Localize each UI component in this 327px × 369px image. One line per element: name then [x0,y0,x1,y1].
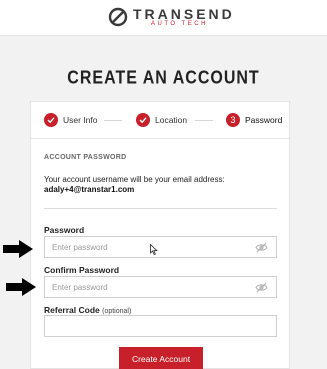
step-number: 3 [226,113,240,127]
password-field-box [44,236,277,258]
check-icon [136,113,150,127]
divider [44,208,277,209]
referral-code-label: Referral Code (optional) [44,305,131,315]
confirm-password-field-box [44,276,277,298]
step-connector [104,120,122,121]
brand-tagline: AUTO TECH [151,21,208,27]
page-title: CREATE AN ACCOUNT [67,68,260,89]
password-input[interactable] [45,237,245,257]
step-connector [195,120,213,121]
optional-hint: (optional) [102,308,132,315]
brand-logo[interactable]: TRANSEND AUTO TECH [108,5,232,31]
confirm-password-label: Confirm Password [44,265,120,275]
step-label: Password [245,115,283,125]
transend-logo-icon [108,7,128,27]
arrow-right-icon [6,278,36,296]
username-notice: Your account username will be your email… [44,175,225,184]
signup-card: User Info Location 3 Password ACCOUNT PA… [30,101,291,369]
site-header: TRANSEND AUTO TECH [0,0,327,36]
progress-steps: User Info Location 3 Password [31,102,291,139]
check-icon [44,113,58,127]
section-title: ACCOUNT PASSWORD [44,154,127,161]
referral-label-text: Referral Code [44,305,100,315]
brand-name: TRANSEND [133,6,235,22]
account-email: adaly+4@transtar1.com [44,185,135,194]
step-label: User Info [63,115,98,125]
hide-password-icon[interactable] [255,282,268,293]
hide-password-icon[interactable] [255,242,268,253]
step-label: Location [155,115,188,125]
password-label: Password [44,225,85,235]
confirm-password-input[interactable] [45,277,245,297]
referral-field-box [44,315,277,337]
create-account-button[interactable]: Create Account [119,347,203,369]
arrow-right-icon [3,240,33,258]
mouse-cursor-icon [150,244,158,255]
referral-code-input[interactable] [45,316,275,336]
